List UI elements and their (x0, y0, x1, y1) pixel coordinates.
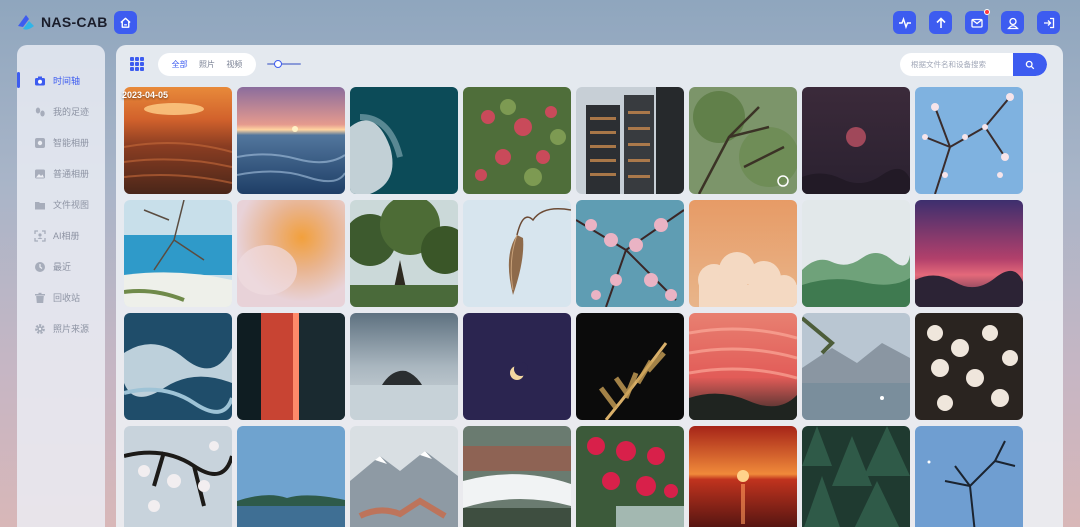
photo-thumbnail-misty-forest[interactable] (802, 200, 910, 307)
folder-view-icon (34, 199, 46, 211)
sidebar-item-album[interactable]: 普通相册 (17, 158, 105, 189)
top-bar: NAS-CAB (0, 0, 1080, 44)
zoom-slider-knob[interactable] (274, 60, 282, 68)
mail-icon (970, 18, 983, 28)
sidebar-item-label: AI相册 (53, 231, 80, 241)
logout-button[interactable] (1037, 11, 1060, 34)
camera-icon (34, 75, 46, 87)
photo-thumbnail-blue-lake[interactable] (237, 426, 345, 527)
sidebar-item-label: 智能相册 (53, 138, 90, 148)
footprint-icon (34, 106, 46, 118)
photo-thumbnail-crescent-moon[interactable] (463, 313, 571, 420)
sidebar-item-trash[interactable]: 回收站 (17, 282, 105, 313)
gear-icon (34, 323, 46, 335)
media-filter: 全部 照片 视频 (158, 53, 256, 76)
search-button[interactable] (1013, 53, 1047, 76)
sidebar-item-file-view[interactable]: 文件视图 (17, 189, 105, 220)
upload-icon (935, 16, 946, 28)
search-input[interactable] (900, 53, 1013, 76)
sidebar-item-label: 普通相册 (53, 169, 90, 179)
sidebar-item-smart-album[interactable]: 智能相册 (17, 127, 105, 158)
home-button[interactable] (114, 11, 137, 34)
photo-thumbnail-pine-forest[interactable] (802, 426, 910, 527)
toolbar: 全部 照片 视频 (116, 45, 1063, 85)
filter-all[interactable]: 全部 (172, 59, 188, 70)
home-icon (120, 17, 131, 28)
activity-icon (898, 16, 911, 29)
sidebar-item-footprints[interactable]: 我的足迹 (17, 96, 105, 127)
sidebar-item-label: 文件视图 (53, 200, 90, 210)
photo-thumbnail-red-sunset-sea[interactable] (689, 426, 797, 527)
search-box (900, 53, 1047, 76)
photo-thumbnail-red-moon[interactable] (802, 87, 910, 194)
clock-icon (34, 261, 46, 273)
photo-thumbnail-blurred-orange[interactable] (237, 200, 345, 307)
ai-scan-icon (34, 229, 46, 242)
photo-thumbnail-orange-clouds[interactable] (689, 200, 797, 307)
sidebar-item-label: 最近 (53, 262, 72, 272)
search-icon (1025, 60, 1035, 69)
photo-thumbnail-pink-blossoms[interactable] (576, 200, 684, 307)
photo-thumbnail-tree-silhouette[interactable] (915, 426, 1023, 527)
app-name: NAS-CAB (41, 14, 108, 30)
sidebar-item-photo-source[interactable]: 照片来源 (17, 313, 105, 344)
main-panel: 全部 照片 视频 2023-04-05 (116, 45, 1063, 527)
photo-thumbnail-mountain-lake[interactable] (802, 313, 910, 420)
photo-thumbnail-red-door[interactable] (237, 313, 345, 420)
photo-thumbnail-cherry-blossom-sky[interactable] (915, 87, 1023, 194)
sidebar-item-timeline[interactable]: 时间轴 (17, 65, 105, 96)
notification-dot (984, 9, 990, 15)
photo-thumbnail-white-flowers[interactable] (915, 313, 1023, 420)
trash-icon (34, 292, 46, 304)
photo-gallery: 2023-04-05 (116, 85, 1063, 527)
photo-thumbnail-snowy-mountain[interactable] (350, 426, 458, 527)
logout-icon (1043, 17, 1054, 28)
logo-icon (16, 12, 36, 32)
smart-album-icon (34, 137, 46, 149)
user-icon (1006, 17, 1019, 29)
image-album-icon (34, 168, 46, 180)
sidebar-item-label: 回收站 (53, 293, 81, 303)
app-logo[interactable]: NAS-CAB (16, 12, 108, 32)
grid-view-icon[interactable] (130, 57, 144, 71)
sidebar-item-label: 我的足迹 (53, 107, 90, 117)
date-group-label: 2023-04-05 (122, 90, 169, 100)
photo-thumbnail-red-bougainvillea[interactable] (576, 426, 684, 527)
photo-thumbnail-sea-rock[interactable] (350, 313, 458, 420)
photo-thumbnail-forest-fog[interactable] (463, 426, 571, 527)
user-button[interactable] (1001, 11, 1024, 34)
photo-thumbnail-aerial-wave[interactable] (350, 87, 458, 194)
photo-thumbnail-tree-branches[interactable] (689, 87, 797, 194)
photo-thumbnail-palm-leaves[interactable] (576, 313, 684, 420)
filter-videos[interactable]: 视频 (226, 59, 242, 70)
photo-thumbnail-hanging-leaves[interactable] (463, 200, 571, 307)
photo-thumbnail-pink-sky[interactable] (915, 200, 1023, 307)
messages-button[interactable] (965, 9, 990, 34)
zoom-slider[interactable] (267, 60, 301, 68)
sidebar-item-ai-album[interactable]: AI相册 (17, 220, 105, 251)
sidebar-item-label: 照片来源 (53, 324, 90, 334)
upload-button[interactable] (929, 11, 952, 34)
activity-button[interactable] (893, 11, 916, 34)
photo-thumbnail-crashing-waves[interactable] (124, 313, 232, 420)
photo-thumbnail-pink-clouds[interactable] (689, 313, 797, 420)
photo-thumbnail-sunset-beach[interactable] (124, 87, 232, 194)
photo-thumbnail-green-trees[interactable] (350, 200, 458, 307)
photo-thumbnail-ocean-sunset[interactable] (237, 87, 345, 194)
sidebar-item-label: 时间轴 (53, 76, 81, 86)
photo-thumbnail-red-flowers[interactable] (463, 87, 571, 194)
photo-thumbnail-blossom-branch[interactable] (124, 426, 232, 527)
photo-thumbnail-coastal-tree[interactable] (124, 200, 232, 307)
filter-photos[interactable]: 照片 (199, 59, 215, 70)
sidebar: 时间轴 我的足迹 智能相册 普通相册 文件视图 AI相册 最近 回收站 照片来源 (17, 45, 105, 527)
photo-thumbnail-apartment-buildings[interactable] (576, 87, 684, 194)
sidebar-item-recent[interactable]: 最近 (17, 251, 105, 282)
